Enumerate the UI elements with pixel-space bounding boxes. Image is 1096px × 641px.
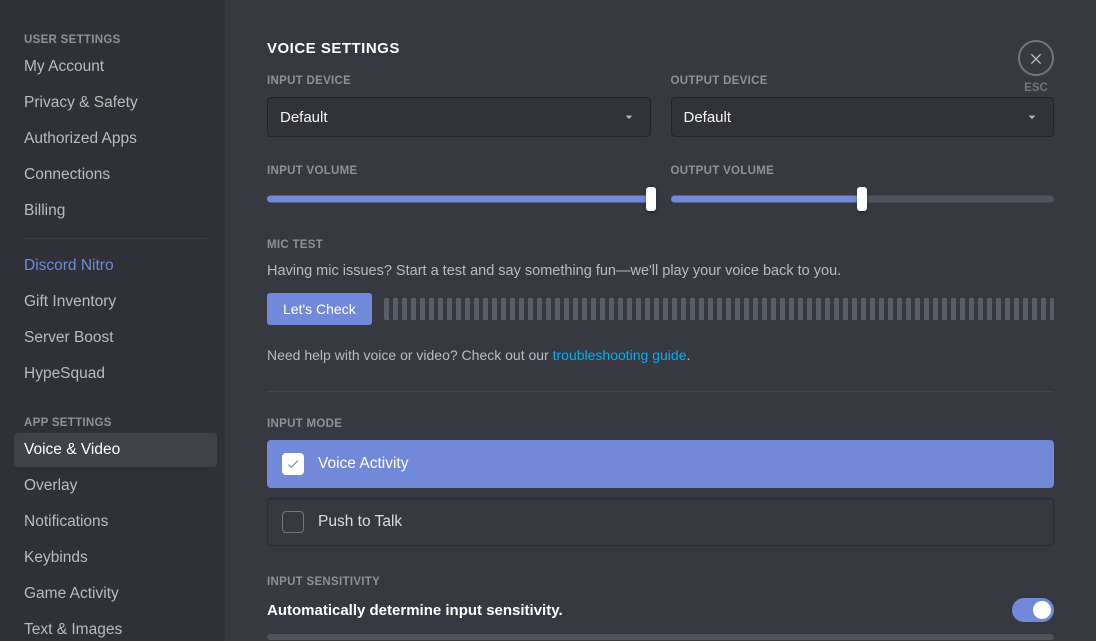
- voice-help-text: Need help with voice or video? Check out…: [267, 347, 1054, 363]
- input-volume-slider[interactable]: [267, 187, 651, 211]
- close-button[interactable]: [1018, 40, 1054, 76]
- sidebar-item-text-images[interactable]: Text & Images: [14, 613, 217, 641]
- input-mode-option-voice-activity[interactable]: Voice Activity: [267, 440, 1054, 488]
- sidebar-item-connections[interactable]: Connections: [14, 158, 217, 192]
- settings-sidebar: USER SETTINGSMy AccountPrivacy & SafetyA…: [0, 0, 225, 641]
- switch-knob: [1033, 601, 1051, 619]
- input-device-select[interactable]: Default: [267, 97, 651, 137]
- input-device-label: INPUT DEVICE: [267, 75, 651, 87]
- sidebar-item-billing[interactable]: Billing: [14, 194, 217, 228]
- slider-thumb[interactable]: [857, 187, 867, 211]
- input-sensitivity-label: INPUT SENSITIVITY: [267, 576, 1054, 588]
- sidebar-item-hypesquad[interactable]: HypeSquad: [14, 357, 217, 391]
- mic-test-label: MIC TEST: [267, 239, 1054, 251]
- auto-sensitivity-toggle[interactable]: [1012, 598, 1054, 622]
- close-icon: [1028, 50, 1044, 66]
- sidebar-separator: [24, 238, 207, 239]
- sidebar-item-gift-inventory[interactable]: Gift Inventory: [14, 285, 217, 319]
- output-device-value: Default: [684, 109, 732, 126]
- checkbox: [282, 453, 304, 475]
- esc-label: ESC: [1018, 82, 1054, 94]
- input-mode-option-label: Push to Talk: [318, 513, 402, 531]
- input-volume-label: INPUT VOLUME: [267, 165, 651, 177]
- mic-level-meter: [384, 298, 1054, 320]
- check-icon: [286, 457, 300, 471]
- auto-sensitivity-label: Automatically determine input sensitivit…: [267, 602, 563, 619]
- sidebar-item-privacy-safety[interactable]: Privacy & Safety: [14, 86, 217, 120]
- sidebar-group-header: USER SETTINGS: [14, 28, 217, 50]
- chevron-down-icon: [1023, 108, 1041, 126]
- sidebar-group-header: APP SETTINGS: [14, 411, 217, 433]
- page-title: VOICE SETTINGS: [267, 40, 1054, 57]
- sidebar-item-notifications[interactable]: Notifications: [14, 505, 217, 539]
- input-mode-label: INPUT MODE: [267, 418, 1054, 430]
- input-device-value: Default: [280, 109, 328, 126]
- sidebar-item-discord-nitro[interactable]: Discord Nitro: [14, 249, 217, 283]
- sidebar-item-server-boost[interactable]: Server Boost: [14, 321, 217, 355]
- input-mode-option-push-to-talk[interactable]: Push to Talk: [267, 498, 1054, 546]
- chevron-down-icon: [620, 108, 638, 126]
- settings-content: ESC VOICE SETTINGS INPUT DEVICE Default …: [225, 0, 1096, 641]
- sidebar-item-overlay[interactable]: Overlay: [14, 469, 217, 503]
- checkbox: [282, 511, 304, 533]
- close-area: ESC: [1018, 40, 1054, 94]
- troubleshooting-link[interactable]: troubleshooting guide: [553, 347, 687, 363]
- slider-thumb[interactable]: [646, 187, 656, 211]
- sidebar-item-game-activity[interactable]: Game Activity: [14, 577, 217, 611]
- sidebar-item-keybinds[interactable]: Keybinds: [14, 541, 217, 575]
- mic-test-description: Having mic issues? Start a test and say …: [267, 261, 1054, 281]
- section-divider: [267, 391, 1054, 392]
- output-volume-label: OUTPUT VOLUME: [671, 165, 1055, 177]
- sidebar-item-voice-video[interactable]: Voice & Video: [14, 433, 217, 467]
- input-mode-option-label: Voice Activity: [318, 455, 408, 473]
- sidebar-item-my-account[interactable]: My Account: [14, 50, 217, 84]
- mic-test-button[interactable]: Let's Check: [267, 293, 372, 325]
- output-device-label: OUTPUT DEVICE: [671, 75, 1055, 87]
- output-volume-slider[interactable]: [671, 187, 1055, 211]
- output-device-select[interactable]: Default: [671, 97, 1055, 137]
- sidebar-item-authorized-apps[interactable]: Authorized Apps: [14, 122, 217, 156]
